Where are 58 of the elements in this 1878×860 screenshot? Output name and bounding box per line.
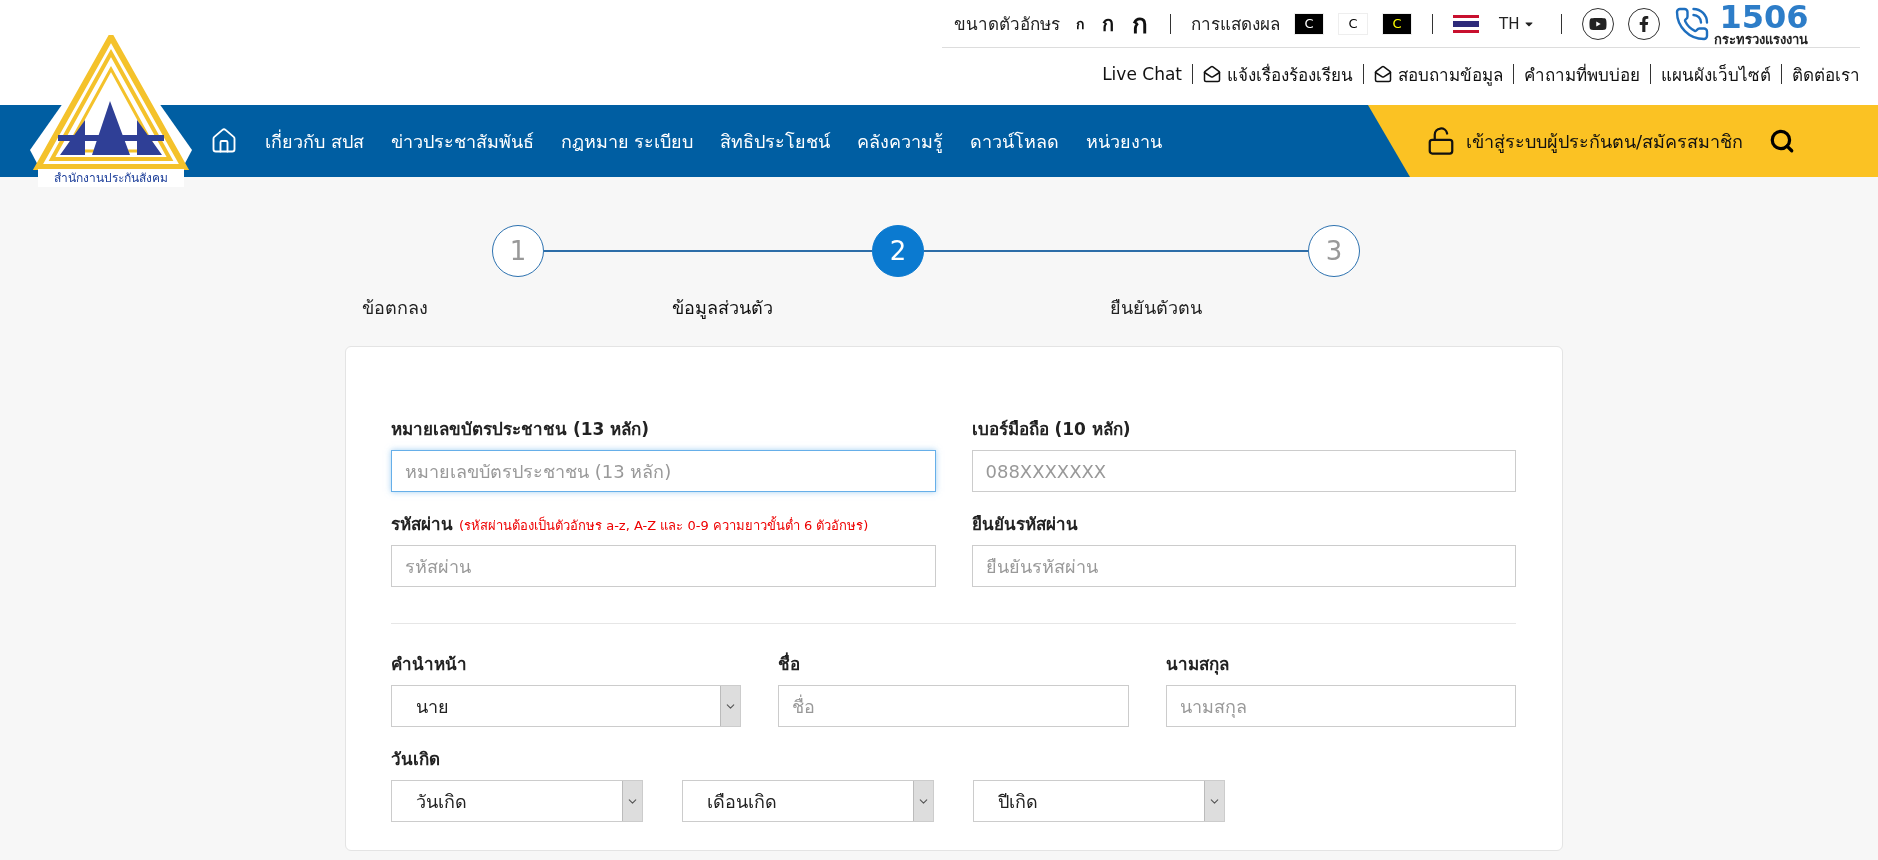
header-link[interactable]: สอบถามข้อมูล [1374, 60, 1503, 88]
step-circle: 3 [1308, 225, 1360, 277]
input-field[interactable]: นามสกุล [1165, 685, 1516, 727]
input-field[interactable]: 088XXXXXXX [971, 450, 1516, 492]
flag-icon [1453, 14, 1479, 33]
font-size-button[interactable]: ก [1100, 7, 1116, 40]
input-field[interactable]: ยืนยันรหัสผ่าน [971, 545, 1516, 587]
font-size-button[interactable]: ก [1130, 3, 1150, 44]
select-field[interactable]: วันเกิด [391, 780, 643, 822]
select-field[interactable]: เดือนเกิด [682, 780, 934, 822]
input-field[interactable]: หมายเลขบัตรประชาชน (13 หลัก) [391, 450, 936, 492]
display-label: การแสดงผล [1191, 13, 1280, 36]
nav-item[interactable]: กฎหมาย ระเบียบ [560, 126, 694, 156]
step-circle: 2 [872, 225, 924, 277]
header-link[interactable]: แจ้งเรื่องร้องเรียน [1203, 60, 1353, 88]
group-label: วันเกิด [391, 748, 441, 771]
header-link[interactable]: ติดต่อเรา [1792, 60, 1860, 88]
lock-icon [1426, 126, 1456, 156]
login-link[interactable]: เข้าสู่ระบบผู้ประกันตน/สมัครสมาชิก [1426, 126, 1744, 156]
mail-icon [1203, 65, 1221, 83]
mail-icon [1374, 65, 1392, 83]
select-field[interactable]: ปีเกิด [973, 780, 1225, 822]
field-label: ชื่อ [778, 651, 802, 676]
header-link[interactable]: แผนผังเว็บไซต์ [1661, 60, 1771, 88]
home-icon[interactable] [210, 127, 238, 155]
select-field[interactable]: นาย [391, 685, 742, 727]
logo-caption: สำนักงานประกันสังคม [38, 169, 184, 187]
nav-item[interactable]: ดาวน์โหลด [970, 126, 1060, 156]
field-label: ยืนยันรหัสผ่าน [971, 513, 1079, 536]
step-circle: 1 [492, 225, 544, 277]
input-field[interactable]: ชื่อ [778, 685, 1129, 727]
step-label: ยืนยันตัวตน [1110, 296, 1202, 320]
hotline-caption: กระทรวงแรงงาน [1714, 33, 1809, 46]
header-link[interactable]: คำถามที่พบบ่อย [1524, 60, 1640, 88]
field-label: รหัสผ่าน (รหัสผ่านต้องเป็นตัวอักษร a-z, A-Z และ 0-9 ความยาวขั้นต่ำ 6 ตัวอักษร) [391, 513, 870, 536]
nav-item[interactable]: หน่วยงาน [1086, 126, 1163, 156]
step-label: ข้อมูลส่วนตัว [672, 296, 774, 321]
field-label: เบอร์มือถือ (10 หลัก) [971, 418, 1132, 441]
field-label: คำนำหน้า [391, 653, 468, 676]
field-label: นามสกุล [1165, 653, 1230, 677]
step-label: ข้อตกลง [362, 296, 429, 320]
language-dropdown[interactable]: TH [1493, 13, 1542, 34]
header-link[interactable]: Live Chat [1102, 64, 1182, 84]
font-size-button[interactable]: ก [1074, 12, 1086, 35]
search-icon[interactable] [1769, 128, 1796, 154]
nav-item[interactable]: เกี่ยวกับ สปส [265, 126, 364, 156]
contrast-button[interactable]: C [1294, 12, 1324, 35]
font-size-label: ขนาดตัวอักษร [954, 13, 1060, 36]
field-hint: (รหัสผ่านต้องเป็นตัวอักษร a-z, A-Z และ 0-9 ความยาวขั้นต่ำ 6 ตัวอักษร) [459, 518, 869, 533]
nav-item[interactable]: ข่าวประชาสัมพันธ์ [390, 126, 534, 156]
hotline-number: 1506 [1719, 1, 1809, 33]
phone-icon [1674, 5, 1711, 42]
input-field[interactable]: รหัสผ่าน [391, 545, 936, 587]
contrast-button[interactable]: C [1338, 12, 1368, 35]
field-label: หมายเลขบัตรประชาชน (13 หลัก) [391, 418, 651, 441]
nav-item[interactable]: คลังความรู้ [857, 126, 944, 156]
nav-item[interactable]: สิทธิประโยชน์ [720, 126, 831, 156]
contrast-button[interactable]: C [1382, 12, 1412, 35]
